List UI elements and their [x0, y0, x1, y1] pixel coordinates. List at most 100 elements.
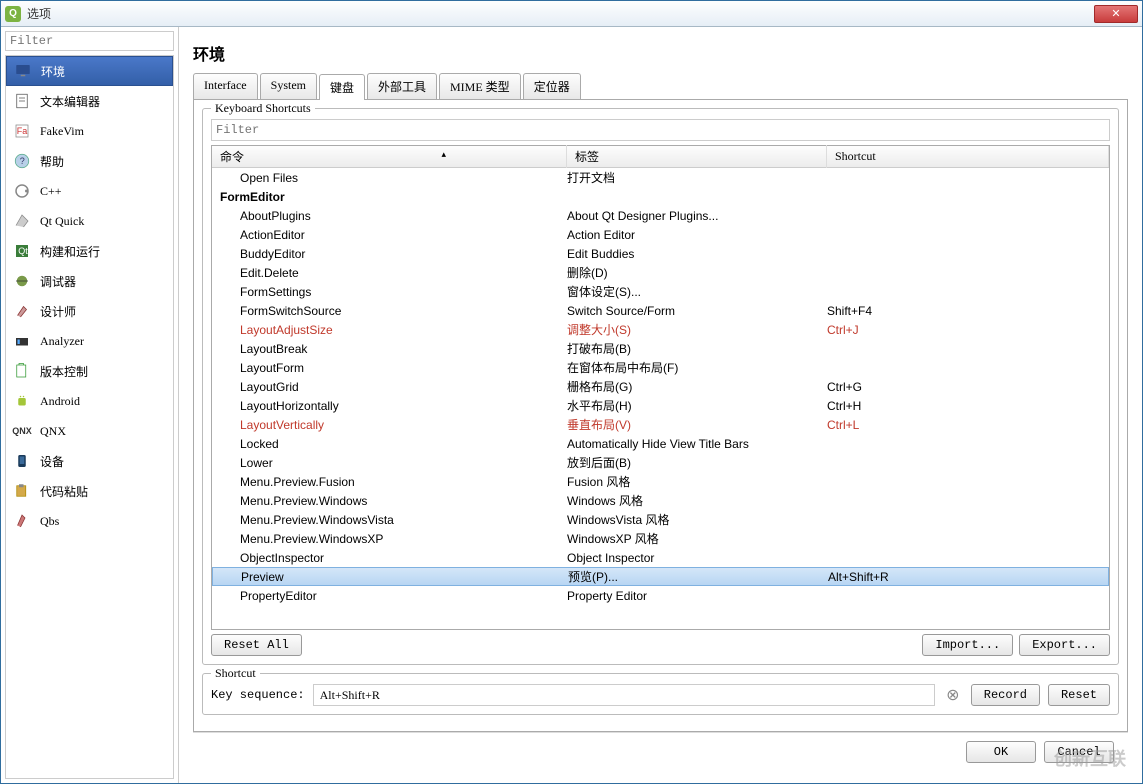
titlebar: Q 选项 ✕ [1, 1, 1142, 27]
sidebar-item-6[interactable]: Qt构建和运行 [6, 236, 173, 266]
app-icon: Q [5, 6, 21, 22]
clear-sequence-icon[interactable]: ⊗ [943, 685, 963, 705]
tab-keyboard: Keyboard Shortcuts 命令▴ 标签 Shortcut Open … [193, 100, 1128, 732]
sidebar-item-12[interactable]: QNXQNX [6, 416, 173, 446]
sidebar-item-13[interactable]: 设备 [6, 446, 173, 476]
sidebar-item-15[interactable]: Qbs [6, 506, 173, 536]
tab-5[interactable]: 定位器 [523, 73, 581, 99]
tab-1[interactable]: System [260, 73, 317, 99]
sidebar-item-label: Qt Quick [40, 214, 84, 229]
quick-icon [12, 212, 32, 230]
paste-icon [12, 482, 32, 500]
sidebar-item-14[interactable]: 代码粘贴 [6, 476, 173, 506]
table-row[interactable]: AboutPluginsAbout Qt Designer Plugins... [212, 206, 1109, 225]
vcs-icon [12, 362, 32, 380]
design-icon [12, 302, 32, 320]
table-row[interactable]: LayoutGrid栅格布局(G)Ctrl+G [212, 377, 1109, 396]
tab-3[interactable]: 外部工具 [367, 73, 437, 99]
table-row[interactable]: LayoutHorizontally水平布局(H)Ctrl+H [212, 396, 1109, 415]
table-row[interactable]: LayoutAdjustSize调整大小(S)Ctrl+J [212, 320, 1109, 339]
shortcuts-rows[interactable]: Open Files打开文档FormEditorAboutPluginsAbou… [212, 168, 1109, 629]
table-row[interactable]: Menu.Preview.WindowsWindows 风格 [212, 491, 1109, 510]
table-row[interactable]: Preview预览(P)...Alt+Shift+R [212, 567, 1109, 586]
table-row[interactable]: PropertyEditorProperty Editor [212, 586, 1109, 605]
monitor-icon [13, 62, 33, 80]
sidebar-item-1[interactable]: 文本编辑器 [6, 86, 173, 116]
build-icon: Qt [12, 242, 32, 260]
tabs: InterfaceSystem键盘外部工具MIME 类型定位器 [193, 73, 1128, 100]
reset-all-button[interactable]: Reset All [211, 634, 302, 656]
table-row[interactable]: BuddyEditorEdit Buddies [212, 244, 1109, 263]
sidebar-item-label: 调试器 [40, 273, 76, 290]
tab-2[interactable]: 键盘 [319, 74, 365, 100]
table-row[interactable]: ActionEditorAction Editor [212, 225, 1109, 244]
key-sequence-input[interactable] [313, 684, 935, 706]
debug-icon [12, 272, 32, 290]
table-row[interactable]: LayoutBreak打破布局(B) [212, 339, 1109, 358]
sidebar-item-label: Analyzer [40, 334, 84, 349]
table-row[interactable]: Menu.Preview.WindowsXPWindowsXP 风格 [212, 529, 1109, 548]
table-row[interactable]: FormSettings窗体设定(S)... [212, 282, 1109, 301]
table-row[interactable]: LayoutVertically垂直布局(V)Ctrl+L [212, 415, 1109, 434]
svg-text:Fa: Fa [17, 126, 28, 136]
tab-4[interactable]: MIME 类型 [439, 73, 521, 99]
sidebar-item-5[interactable]: Qt Quick [6, 206, 173, 236]
table-row[interactable]: FormEditor [212, 187, 1109, 206]
table-row[interactable]: LayoutForm在窗体布局中布局(F) [212, 358, 1109, 377]
table-row[interactable]: Lower放到后面(B) [212, 453, 1109, 472]
table-row[interactable]: Edit.Delete删除(D) [212, 263, 1109, 282]
doc-icon [12, 92, 32, 110]
export-button[interactable]: Export... [1019, 634, 1110, 656]
sidebar-item-label: 环境 [41, 63, 65, 80]
qbs-icon [12, 512, 32, 530]
android-icon [12, 392, 32, 410]
sort-indicator-icon: ▴ [441, 149, 446, 160]
svg-text:?: ? [20, 156, 25, 166]
import-button[interactable]: Import... [922, 634, 1013, 656]
col-label[interactable]: 标签 [567, 145, 827, 168]
sidebar-item-9[interactable]: Analyzer [6, 326, 173, 356]
key-sequence-label: Key sequence: [211, 688, 305, 702]
analyzer-icon [12, 332, 32, 350]
sidebar-item-label: Android [40, 394, 80, 409]
sidebar-item-8[interactable]: 设计师 [6, 296, 173, 326]
cpp-icon [12, 182, 32, 200]
device-icon [12, 452, 32, 470]
category-list: 环境文本编辑器 Fa FakeVim? 帮助 C++ Qt Quick Qt构建和运行调试器… [5, 55, 174, 779]
help-icon: ? [12, 152, 32, 170]
record-button[interactable]: Record [971, 684, 1040, 706]
sidebar-item-4[interactable]: C++ [6, 176, 173, 206]
sidebar-item-2[interactable]: Fa FakeVim [6, 116, 173, 146]
table-row[interactable]: LockedAutomatically Hide View Title Bars [212, 434, 1109, 453]
ok-button[interactable]: OK [966, 741, 1036, 763]
page-title: 环境 [193, 37, 1128, 73]
window-title: 选项 [27, 5, 51, 22]
table-row[interactable]: ObjectInspectorObject Inspector [212, 548, 1109, 567]
sidebar-item-label: 版本控制 [40, 363, 88, 380]
sidebar-filter-input[interactable] [5, 31, 174, 51]
shortcuts-filter-input[interactable] [211, 119, 1110, 141]
shortcut-edit-group: Shortcut Key sequence: ⊗ Record Reset [202, 673, 1119, 715]
table-row[interactable]: Open Files打开文档 [212, 168, 1109, 187]
table-row[interactable]: FormSwitchSourceSwitch Source/FormShift+… [212, 301, 1109, 320]
sidebar-item-label: Qbs [40, 514, 59, 529]
keyboard-shortcuts-group: Keyboard Shortcuts 命令▴ 标签 Shortcut Open … [202, 108, 1119, 665]
close-button[interactable]: ✕ [1094, 5, 1138, 23]
sidebar-item-label: 帮助 [40, 153, 64, 170]
sidebar-item-11[interactable]: Android [6, 386, 173, 416]
col-command[interactable]: 命令▴ [212, 145, 567, 168]
tab-0[interactable]: Interface [193, 73, 258, 99]
watermark: 创新互联 [1054, 745, 1126, 771]
qnx-icon: QNX [12, 422, 32, 440]
reset-button[interactable]: Reset [1048, 684, 1110, 706]
sidebar-item-label: FakeVim [40, 124, 84, 139]
sidebar-item-7[interactable]: 调试器 [6, 266, 173, 296]
sidebar-item-10[interactable]: 版本控制 [6, 356, 173, 386]
sidebar-item-label: 设备 [40, 453, 64, 470]
table-row[interactable]: Menu.Preview.FusionFusion 风格 [212, 472, 1109, 491]
table-row[interactable]: Menu.Preview.WindowsVistaWindowsVista 风格 [212, 510, 1109, 529]
col-shortcut[interactable]: Shortcut [827, 146, 1109, 167]
sidebar-item-3[interactable]: ? 帮助 [6, 146, 173, 176]
sidebar-item-0[interactable]: 环境 [6, 56, 173, 86]
sidebar-item-label: 文本编辑器 [40, 93, 100, 110]
